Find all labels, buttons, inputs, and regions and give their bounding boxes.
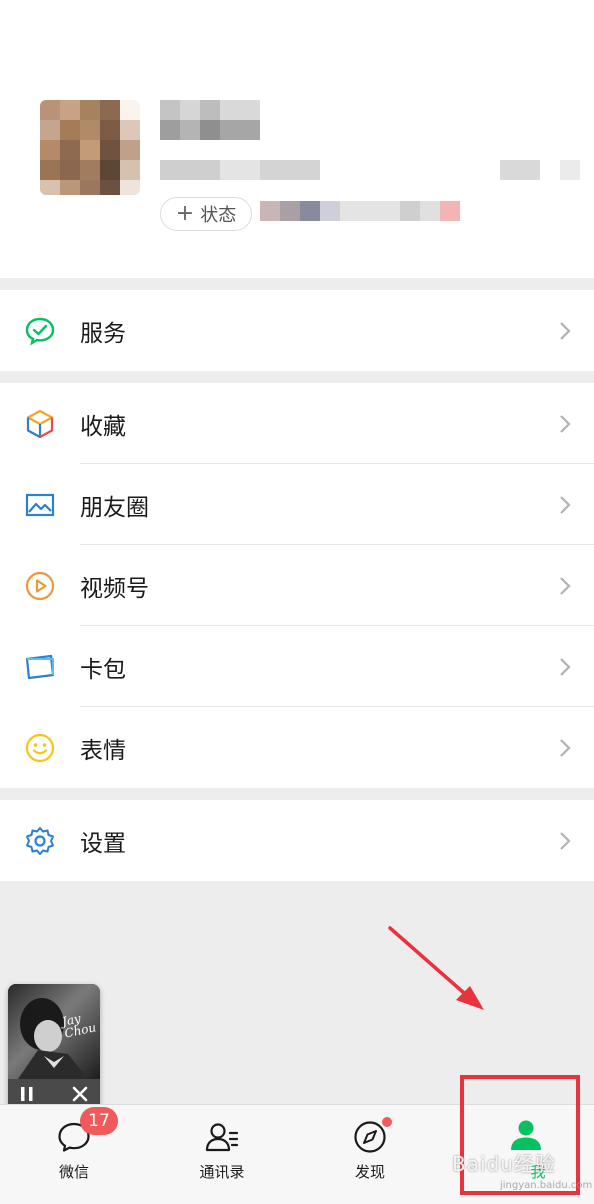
menu-item-label: 服务 — [80, 320, 126, 347]
service-icon — [25, 317, 55, 346]
chevron-right-icon — [560, 831, 571, 850]
menu-item-stickers[interactable]: 表情 — [0, 707, 594, 788]
avatar[interactable] — [40, 100, 140, 195]
menu-item-label: 视频号 — [80, 575, 149, 602]
menu-item-settings[interactable]: 设置 — [0, 800, 594, 881]
menu-item-label: 设置 — [80, 830, 126, 857]
annotation-arrow-icon — [388, 926, 484, 1010]
mini-music-player[interactable]: Jay Chou — [8, 984, 100, 1114]
card-wallet-icon — [25, 654, 55, 679]
tab-discover[interactable]: 发现 — [296, 1105, 444, 1204]
menu-item-favorites[interactable]: 收藏 — [0, 383, 594, 464]
chevron-right-icon — [560, 495, 571, 514]
menu-group-services: 服务 — [0, 290, 594, 371]
menu-item-channels[interactable]: 视频号 — [0, 545, 594, 626]
tab-label: 发现 — [354, 1163, 385, 1181]
watermark-url: jingyan.baidu.com — [500, 1180, 593, 1191]
chevron-right-icon — [560, 738, 571, 757]
chevron-right-icon — [560, 576, 571, 595]
menu-group-main: 收藏 朋友圈 视频号 卡包 表情 — [0, 383, 594, 788]
watermark-brand: Baidu经验 — [452, 1152, 556, 1176]
menu-item-label: 卡包 — [80, 656, 126, 683]
contacts-icon — [205, 1123, 239, 1152]
annotation-highlight-box — [460, 1075, 580, 1195]
moments-image-icon — [25, 493, 55, 516]
chevron-right-icon — [560, 321, 571, 340]
menu-item-label: 表情 — [80, 737, 126, 764]
profile-header[interactable]: + 状态 — [0, 0, 594, 278]
plus-icon: + — [175, 201, 195, 226]
chevron-right-icon — [560, 657, 571, 676]
settings-gear-icon — [26, 826, 54, 855]
menu-item-services[interactable]: 服务 — [0, 290, 594, 371]
tab-contacts[interactable]: 通讯录 — [148, 1105, 296, 1204]
menu-item-label: 朋友圈 — [80, 494, 149, 521]
menu-item-card-wallet[interactable]: 卡包 — [0, 626, 594, 707]
unread-badge: 17 — [80, 1107, 118, 1135]
tab-label: 通讯录 — [199, 1163, 245, 1181]
status-label: 状态 — [200, 205, 237, 226]
sticker-smile-icon — [25, 733, 55, 762]
menu-item-moments[interactable]: 朋友圈 — [0, 464, 594, 545]
add-status-button[interactable]: + 状态 — [160, 197, 252, 231]
menu-group-settings: 设置 — [0, 800, 594, 881]
album-cover[interactable]: Jay Chou — [8, 984, 100, 1079]
tab-chats[interactable]: 17 微信 — [0, 1105, 148, 1204]
new-content-dot — [382, 1117, 392, 1127]
tab-label: 微信 — [58, 1163, 89, 1181]
chevron-right-icon — [560, 414, 571, 433]
favorites-cube-icon — [26, 409, 54, 438]
menu-item-label: 收藏 — [80, 413, 126, 440]
channels-play-icon — [25, 571, 55, 600]
